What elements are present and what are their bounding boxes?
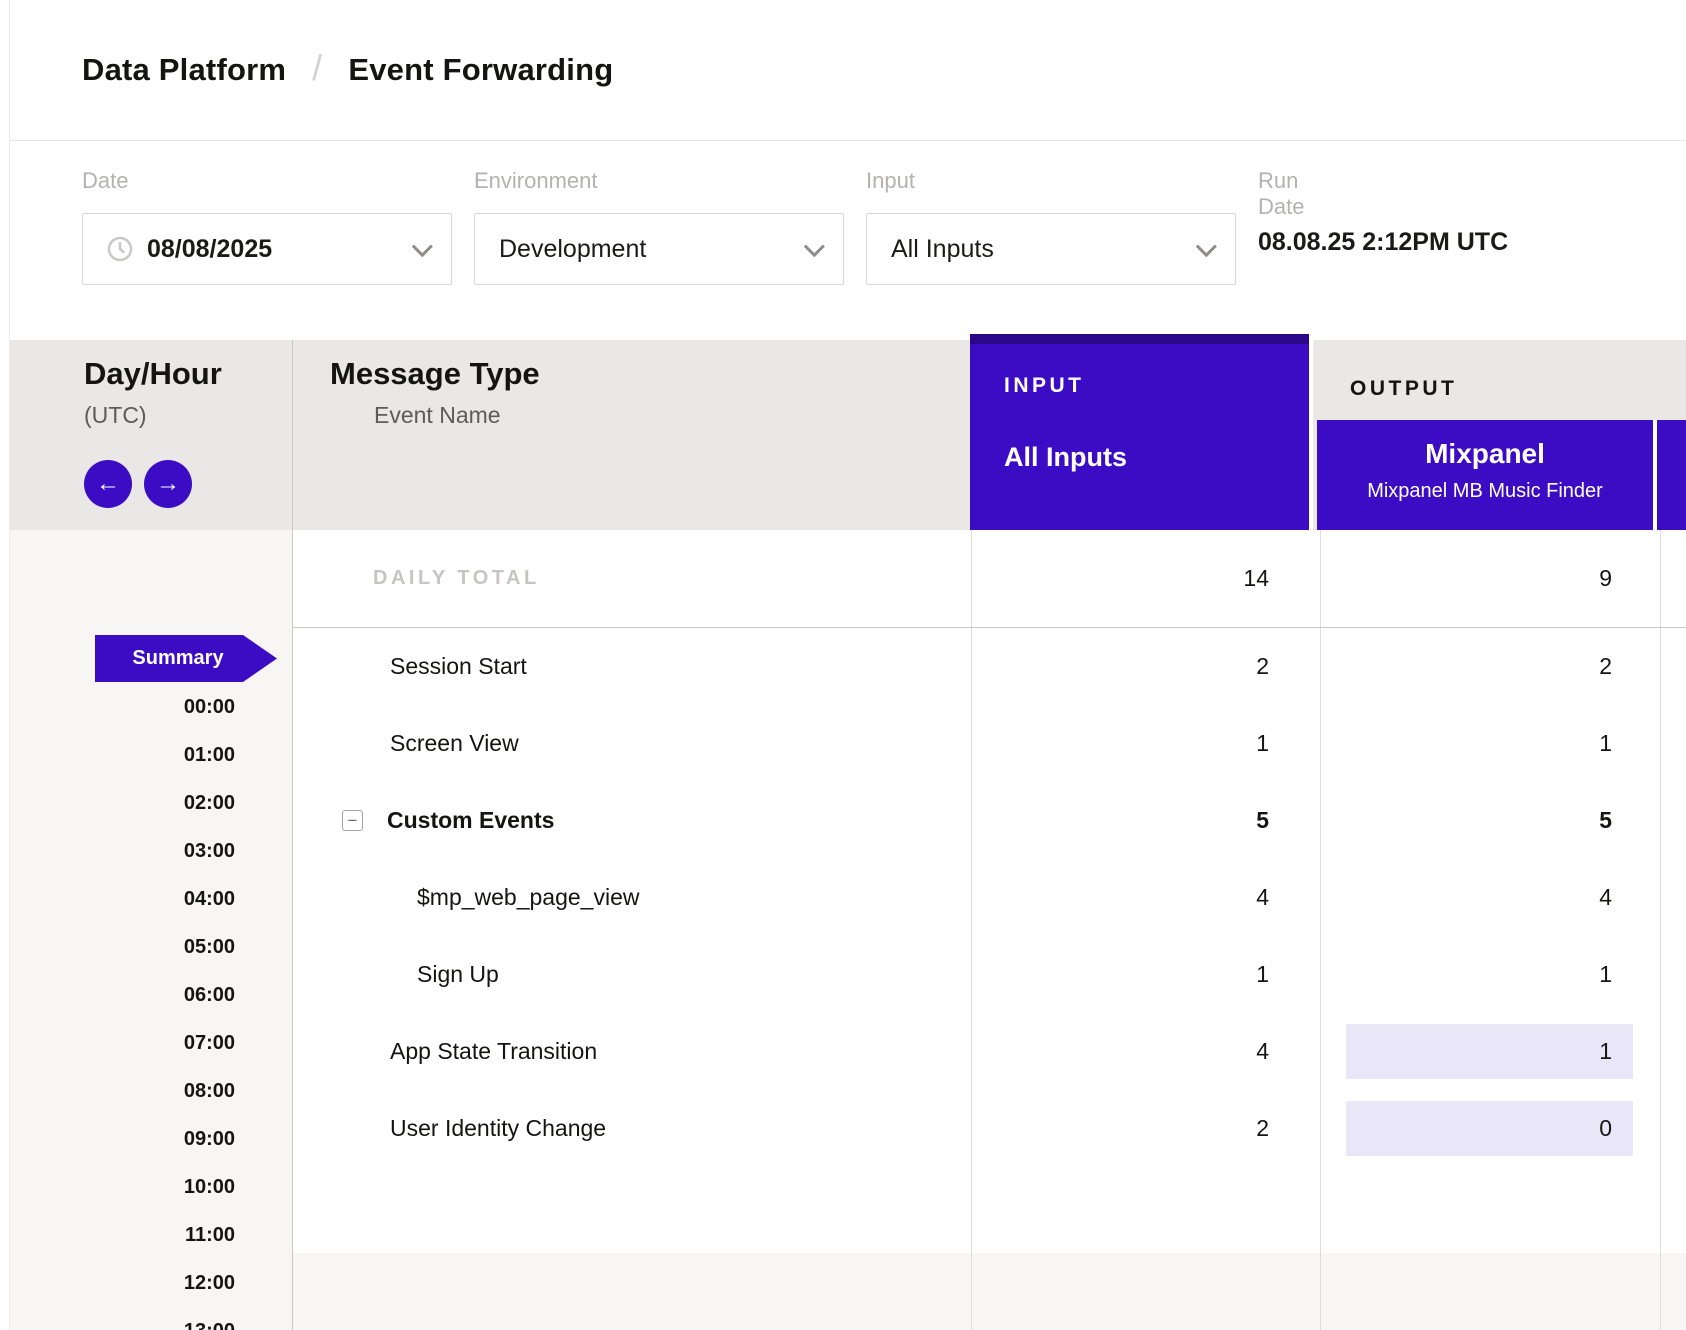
hour-item[interactable]: 03:00 — [10, 837, 235, 865]
output-count-cell-highlighted[interactable]: 1 — [1320, 1013, 1660, 1090]
daily-total-row: DAILY TOTAL 14 9 — [293, 530, 1686, 628]
chevron-down-icon — [412, 236, 433, 257]
table-row: $mp_web_page_view 4 4 — [293, 859, 1686, 936]
clock-icon — [107, 236, 133, 262]
input-count-cell: 1 — [971, 705, 1317, 782]
table-row: App State Transition 4 1 — [293, 1013, 1686, 1090]
collapse-icon[interactable]: − — [342, 810, 363, 831]
hour-item[interactable]: 04:00 — [10, 885, 235, 913]
run-date-label: Run Date — [1258, 168, 1304, 220]
chevron-down-icon — [804, 236, 825, 257]
output-connection-subtitle: Mixpanel MB Music Finder — [1317, 480, 1653, 503]
hour-item[interactable]: 12:00 — [10, 1269, 235, 1297]
event-row-label: App State Transition — [390, 1013, 597, 1090]
hour-item[interactable]: 02:00 — [10, 789, 235, 817]
hour-item[interactable]: 13:00 — [10, 1317, 235, 1330]
chevron-down-icon — [1196, 236, 1217, 257]
table-row: Session Start 2 2 — [293, 628, 1686, 705]
summary-row-badge[interactable]: Summary — [95, 635, 277, 682]
hour-item[interactable]: 11:00 — [10, 1221, 235, 1249]
breadcrumb-separator: / — [312, 47, 322, 89]
date-value: 08/08/2025 — [147, 235, 272, 264]
table-row: Screen View 1 1 — [293, 705, 1686, 782]
event-forwarding-page: Data Platform / Event Forwarding Date 08… — [0, 0, 1686, 1330]
table-footer-area — [293, 1253, 1686, 1330]
input-filter-label: Input — [866, 168, 915, 194]
hour-item[interactable]: 06:00 — [10, 981, 235, 1009]
event-row-label: User Identity Change — [390, 1090, 606, 1167]
output-count-cell-highlighted[interactable]: 0 — [1320, 1090, 1660, 1167]
breadcrumb: Data Platform / Event Forwarding — [10, 0, 1686, 141]
event-row-label: $mp_web_page_view — [417, 859, 640, 936]
input-count-cell: 5 — [971, 782, 1317, 859]
event-row-label: Screen View — [390, 705, 519, 782]
arrow-right-icon: → — [156, 460, 180, 508]
column-divider — [292, 340, 293, 530]
daily-total-input-value: 14 — [971, 530, 1317, 627]
table-row: Sign Up 1 1 — [293, 936, 1686, 1013]
hour-item[interactable]: 08:00 — [10, 1077, 235, 1105]
output-column-header-mixpanel[interactable]: Mixpanel Mixpanel MB Music Finder — [1317, 420, 1653, 530]
input-column-selected-indicator — [970, 334, 1309, 344]
day-hour-timezone: (UTC) — [84, 402, 147, 429]
table-body: Summary 00:00 01:00 02:00 03:00 04:00 05… — [10, 530, 1686, 1330]
output-column-header-next-partial[interactable] — [1653, 420, 1686, 530]
output-count-cell: 5 — [1320, 782, 1660, 859]
output-connection-name: Mixpanel — [1317, 438, 1653, 470]
hour-item[interactable]: 07:00 — [10, 1029, 235, 1057]
input-value: All Inputs — [891, 235, 994, 264]
input-count-cell: 4 — [971, 859, 1317, 936]
output-count-cell: 1 — [1320, 936, 1660, 1013]
table-row: − Custom Events 5 5 — [293, 782, 1686, 859]
input-count-cell: 2 — [971, 628, 1317, 705]
previous-day-button[interactable]: ← — [84, 460, 132, 508]
table-row: User Identity Change 2 0 — [293, 1090, 1686, 1167]
hour-item[interactable]: 01:00 — [10, 741, 235, 769]
output-count-cell: 4 — [1320, 859, 1660, 936]
environment-select[interactable]: Development — [474, 213, 844, 285]
table-header: Day/Hour (UTC) ← → Message Type Event Na… — [10, 340, 1686, 530]
output-count-cell: 2 — [1320, 628, 1660, 705]
hour-item[interactable]: 09:00 — [10, 1125, 235, 1153]
daily-total-label: DAILY TOTAL — [373, 530, 540, 627]
date-select[interactable]: 08/08/2025 — [82, 213, 452, 285]
day-hour-column-title: Day/Hour — [84, 356, 222, 392]
hour-list: 00:00 01:00 02:00 03:00 04:00 05:00 06:0… — [10, 693, 235, 1330]
input-column-header[interactable]: INPUT All Inputs — [970, 334, 1313, 530]
date-filter-label: Date — [82, 168, 128, 194]
hour-item[interactable]: 05:00 — [10, 933, 235, 961]
input-count-cell: 1 — [971, 936, 1317, 1013]
message-type-column-title: Message Type — [330, 356, 540, 392]
environment-value: Development — [499, 235, 646, 264]
input-select[interactable]: All Inputs — [866, 213, 1236, 285]
input-count-cell: 2 — [971, 1090, 1317, 1167]
breadcrumb-data-platform[interactable]: Data Platform — [82, 52, 286, 88]
event-row-label: Session Start — [390, 628, 527, 705]
output-count-cell: 1 — [1320, 705, 1660, 782]
input-section-label: INPUT — [1004, 374, 1085, 398]
hour-item[interactable]: 00:00 — [10, 693, 235, 721]
event-row-label: Custom Events — [387, 782, 554, 859]
output-section-label: OUTPUT — [1350, 377, 1457, 401]
arrow-left-icon: ← — [96, 460, 120, 508]
environment-filter-label: Environment — [474, 168, 598, 194]
next-day-button[interactable]: → — [144, 460, 192, 508]
hour-item[interactable]: 10:00 — [10, 1173, 235, 1201]
event-row-label: Sign Up — [417, 936, 499, 1013]
filter-bar: Date 08/08/2025 Environment Development — [10, 142, 1686, 340]
event-name-subtitle: Event Name — [374, 402, 501, 429]
run-date-value: 08.08.25 2:12PM UTC — [1258, 228, 1508, 257]
breadcrumb-event-forwarding: Event Forwarding — [348, 52, 613, 88]
daily-total-output-value: 9 — [1320, 530, 1660, 627]
input-count-cell: 4 — [971, 1013, 1317, 1090]
input-column-name: All Inputs — [1004, 442, 1127, 473]
